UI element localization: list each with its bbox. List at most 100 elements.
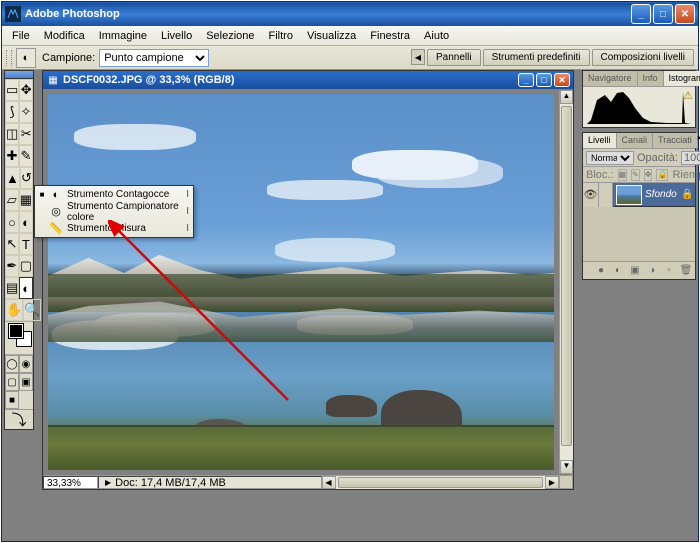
- tool-brush[interactable]: ✎: [19, 145, 33, 167]
- tool-notes[interactable]: ▤: [5, 277, 19, 299]
- tool-blur[interactable]: ○: [5, 211, 19, 233]
- tool-stamp[interactable]: ▲: [5, 167, 20, 189]
- menu-filter[interactable]: Filtro: [263, 28, 299, 44]
- zoom-field[interactable]: 33,33%: [43, 476, 98, 489]
- tool-crop[interactable]: ◫: [5, 123, 19, 145]
- app-logo-icon: [5, 6, 21, 22]
- tab-histogram[interactable]: Istogramma: [664, 71, 700, 86]
- h-scroll-track[interactable]: [336, 476, 546, 489]
- tool-heal[interactable]: ✚: [5, 145, 19, 167]
- edit-quickmask-mode[interactable]: ◉: [19, 355, 33, 373]
- document-info[interactable]: ▶Doc: 17,4 MB/17,4 MB: [98, 476, 322, 489]
- screen-standard[interactable]: ▢: [5, 373, 19, 391]
- tab-layers[interactable]: Livelli: [583, 133, 617, 148]
- lock-transparency-icon[interactable]: ▦: [618, 169, 628, 181]
- lock-label: Bloc.:: [586, 169, 614, 181]
- tool-gradient[interactable]: ▦: [19, 189, 33, 211]
- maximize-button[interactable]: □: [653, 4, 673, 24]
- vertical-scrollbar[interactable]: ▲ ▼: [559, 90, 573, 474]
- tool-eyedropper[interactable]: ◐: [19, 277, 33, 299]
- menu-layer[interactable]: Livello: [155, 28, 198, 44]
- layer-mask-button[interactable]: ◐: [611, 264, 625, 278]
- menu-window[interactable]: Finestra: [364, 28, 416, 44]
- screen-full-menu[interactable]: ▣: [19, 373, 33, 391]
- menu-image[interactable]: Immagine: [93, 28, 153, 44]
- tool-marquee[interactable]: ▭: [5, 79, 19, 101]
- layer-fx-button[interactable]: ●: [594, 264, 608, 278]
- layer-delete-button[interactable]: 🗑: [679, 264, 693, 278]
- info-arrow-icon[interactable]: ▶: [105, 478, 111, 487]
- tool-hand[interactable]: ✋: [5, 299, 23, 321]
- resize-grip[interactable]: [559, 475, 573, 489]
- menu-edit[interactable]: Modifica: [38, 28, 91, 44]
- tool-type[interactable]: T: [19, 233, 33, 255]
- layer-thumbnail[interactable]: [616, 185, 642, 205]
- menu-help[interactable]: Aiuto: [418, 28, 455, 44]
- scroll-down-button[interactable]: ▼: [560, 460, 573, 474]
- menu-file[interactable]: File: [6, 28, 36, 44]
- jump-to-imageready[interactable]: ⤵: [5, 409, 33, 429]
- doc-maximize-button[interactable]: □: [536, 73, 552, 87]
- tool-eraser[interactable]: ▱: [5, 189, 19, 211]
- tool-move[interactable]: ✥: [19, 79, 33, 101]
- close-button[interactable]: ✕: [675, 4, 695, 24]
- flyout-measure[interactable]: 📏 Strumento Misura I: [35, 220, 193, 237]
- tool-wand[interactable]: ✧: [19, 101, 33, 123]
- measure-icon: 📏: [49, 222, 63, 236]
- tool-shape[interactable]: ▢: [19, 255, 33, 277]
- lock-paint-icon[interactable]: ✎: [631, 169, 640, 181]
- tab-info[interactable]: Info: [638, 71, 664, 86]
- v-scroll-thumb[interactable]: [561, 106, 572, 446]
- palette-well-left-arrow[interactable]: ◀: [411, 49, 425, 65]
- tool-dodge[interactable]: ◐: [19, 211, 33, 233]
- toolbox-header[interactable]: [5, 71, 33, 79]
- document-titlebar[interactable]: ▦ DSCF0032.JPG @ 33,3% (RGB/8) _ □ ✕: [43, 71, 573, 89]
- scroll-left-button[interactable]: ◀: [322, 476, 336, 489]
- blend-mode-select[interactable]: Normale: [586, 151, 634, 165]
- lock-all-icon[interactable]: 🔒: [656, 169, 668, 181]
- tool-path[interactable]: ↖: [5, 233, 19, 255]
- minimize-button[interactable]: _: [631, 4, 651, 24]
- tool-zoom[interactable]: 🔍: [23, 299, 41, 321]
- current-tool-icon[interactable]: ◐: [16, 48, 36, 68]
- layer-adjust-button[interactable]: ◑: [645, 264, 659, 278]
- status-bar: 33,33% ▶Doc: 17,4 MB/17,4 MB ◀ ▶: [43, 475, 559, 489]
- tab-channels[interactable]: Canali: [617, 133, 654, 148]
- menu-select[interactable]: Selezione: [200, 28, 260, 44]
- color-sampler-icon: ◎: [49, 205, 63, 219]
- tool-pen[interactable]: ✒: [5, 255, 19, 277]
- palette-tab-brushes[interactable]: Pannelli: [427, 49, 481, 66]
- color-swatches[interactable]: [5, 322, 33, 354]
- doc-close-button[interactable]: ✕: [554, 73, 570, 87]
- doc-minimize-button[interactable]: _: [518, 73, 534, 87]
- layer-visibility-icon[interactable]: 👁: [583, 183, 599, 207]
- palette-tab-layercomps[interactable]: Composizioni livelli: [592, 49, 694, 66]
- scroll-up-button[interactable]: ▲: [560, 90, 573, 104]
- h-scroll-thumb[interactable]: [338, 477, 544, 488]
- tab-navigator[interactable]: Navigatore: [583, 71, 638, 86]
- screen-full[interactable]: ■: [5, 391, 19, 409]
- edit-standard-mode[interactable]: ◯: [5, 355, 19, 373]
- document-canvas[interactable]: [44, 90, 558, 474]
- menu-view[interactable]: Visualizza: [301, 28, 362, 44]
- palette-tab-presets[interactable]: Strumenti predefiniti: [483, 49, 590, 66]
- tool-lasso[interactable]: ⟆: [5, 101, 19, 123]
- layer-row[interactable]: 👁 Sfondo 🔒: [583, 183, 695, 207]
- foreground-color-swatch[interactable]: [9, 324, 23, 338]
- layer-new-button[interactable]: ▫: [662, 264, 676, 278]
- layer-link-cell[interactable]: [599, 183, 613, 207]
- layer-lock-icon: 🔒: [681, 189, 695, 200]
- flyout-color-sampler[interactable]: ◎ Strumento Campionatore colore I: [35, 203, 193, 220]
- scroll-right-button[interactable]: ▶: [545, 476, 559, 489]
- eyedropper-icon: ◐: [49, 188, 63, 202]
- opacity-value[interactable]: 100%: [681, 151, 700, 165]
- options-grip-icon[interactable]: [6, 50, 12, 66]
- lock-position-icon[interactable]: ✥: [644, 169, 653, 181]
- tab-paths[interactable]: Tracciati: [653, 133, 698, 148]
- layer-set-button[interactable]: ▣: [628, 264, 642, 278]
- sample-select[interactable]: Punto campione: [99, 49, 209, 67]
- layer-name[interactable]: Sfondo: [645, 189, 681, 200]
- tool-history-brush[interactable]: ↺: [20, 167, 33, 189]
- tool-slice[interactable]: ✂: [19, 123, 33, 145]
- histogram-warning-icon[interactable]: ⚠: [683, 89, 693, 102]
